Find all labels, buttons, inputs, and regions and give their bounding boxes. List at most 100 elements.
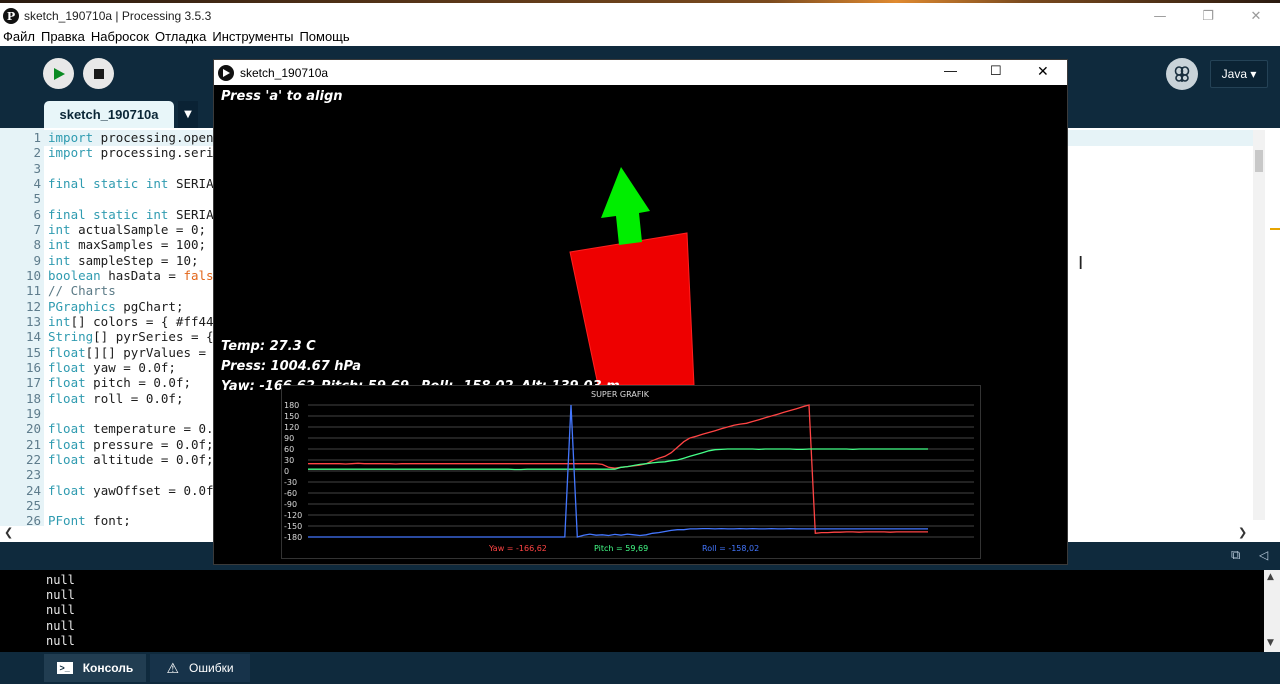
- line-number: 17: [25, 375, 41, 391]
- sketch-close-button[interactable]: ✕: [1037, 63, 1049, 80]
- stop-icon: [93, 68, 104, 79]
- chart-tick-label: -120: [284, 511, 302, 520]
- restore-button[interactable]: ❐: [1184, 3, 1232, 29]
- menu-debug[interactable]: Отладка: [152, 30, 209, 46]
- line-code: int maxSamples = 100;: [48, 237, 207, 253]
- line-number: 19: [25, 405, 41, 421]
- line-number: 7: [33, 221, 41, 237]
- sketch-title: sketch_190710a: [240, 65, 329, 80]
- line-code: int[] colors = { #ff444: [48, 313, 222, 329]
- line-number: 4: [33, 175, 41, 191]
- console-line: null: [46, 634, 75, 648]
- menu-tools[interactable]: Инструменты: [209, 30, 296, 46]
- sketch-window[interactable]: sketch_190710a — ☐ ✕ Press 'a' to align …: [213, 59, 1068, 565]
- line-code: // Charts: [48, 283, 116, 299]
- line-number: 3: [33, 160, 41, 176]
- close-button[interactable]: ✕: [1232, 3, 1280, 29]
- window-title: sketch_190710a | Processing 3.5.3: [24, 9, 212, 23]
- titlebar-accent-strip: [0, 0, 1280, 3]
- line-code: final static int SERIAL: [48, 206, 222, 222]
- chart-tick-label: -30: [284, 478, 297, 487]
- chart-title: SUPER GRAFIK: [591, 390, 650, 399]
- line-code: PFont font;: [48, 513, 131, 526]
- run-button[interactable]: [43, 58, 74, 89]
- sketch-play-icon: [218, 64, 234, 81]
- copy-console-icon[interactable]: ⧉: [1231, 548, 1240, 563]
- chart-tick-label: 180: [284, 401, 299, 410]
- editor-scroll-thumb[interactable]: [1255, 150, 1263, 172]
- line-code: float yawOffset = 0.0f;: [48, 482, 222, 498]
- line-code: import processing.seria: [48, 145, 222, 161]
- line-code: float altitude = 0.0f;: [48, 451, 214, 467]
- line-number: 6: [33, 206, 41, 222]
- line-number: 20: [25, 421, 41, 437]
- chart-tick-label: -180: [284, 533, 302, 542]
- collapse-console-icon[interactable]: ◁: [1259, 548, 1268, 562]
- sketch-canvas[interactable]: Press 'a' to align Temp: 27.3 C Press: 1…: [214, 85, 1067, 564]
- tab-console[interactable]: >_ Консоль: [44, 654, 146, 682]
- minimize-button[interactable]: —: [1136, 3, 1184, 29]
- scroll-up-icon[interactable]: ▲: [1267, 572, 1274, 582]
- tab-errors[interactable]: ⚠ Ошибки: [150, 654, 250, 682]
- sketch-minimize-button[interactable]: —: [944, 63, 957, 78]
- sketch-titlebar: sketch_190710a — ☐ ✕: [214, 60, 1067, 85]
- debugger-button[interactable]: [1166, 58, 1198, 90]
- chart-tick-label: 60: [284, 445, 294, 454]
- console-output[interactable]: null null null null null ▲ ▼: [0, 570, 1280, 652]
- line-number: 11: [25, 283, 41, 299]
- line-code: PGraphics pgChart;: [48, 298, 184, 314]
- line-code: boolean hasData = false: [48, 267, 222, 283]
- window-controls: — ❐ ✕: [1136, 3, 1280, 29]
- line-code: float[][] pyrValues = n: [48, 344, 222, 360]
- line-number: 8: [33, 237, 41, 253]
- console-line: null: [46, 619, 75, 633]
- line-number: 16: [25, 359, 41, 375]
- menu-file[interactable]: Файл: [0, 30, 38, 46]
- line-number: 13: [25, 313, 41, 329]
- console-scrollbar[interactable]: ▲ ▼: [1264, 570, 1280, 652]
- stop-button[interactable]: [83, 58, 114, 89]
- line-code: float pitch = 0.0f;: [48, 375, 191, 391]
- editor-scrollbar[interactable]: [1253, 130, 1265, 520]
- chart-legend-entry: Yaw = -166,62: [488, 544, 547, 553]
- tab-sketch[interactable]: sketch_190710a: [44, 101, 174, 128]
- line-number: 9: [33, 252, 41, 268]
- line-number: 12: [25, 298, 41, 314]
- menu-help[interactable]: Помощь: [296, 30, 352, 46]
- chart-legend-entry: Roll = -158,02: [702, 544, 759, 553]
- line-code: int actualSample = 0;: [48, 221, 207, 237]
- scroll-left-icon[interactable]: ❮: [4, 526, 13, 539]
- console-line: null: [46, 588, 75, 602]
- menu-edit[interactable]: Правка: [38, 30, 88, 46]
- pressure-readout: Press: 1004.67 hPa: [221, 359, 362, 374]
- error-marker: [1270, 228, 1280, 230]
- line-code: float yaw = 0.0f;: [48, 359, 176, 375]
- temperature-readout: Temp: 27.3 C: [221, 339, 316, 354]
- window-titlebar: P sketch_190710a | Processing 3.5.3 — ❐ …: [0, 0, 1280, 30]
- processing-app-icon: P: [3, 8, 19, 24]
- menu-sketch[interactable]: Набросок: [88, 30, 152, 46]
- scroll-right-icon[interactable]: ❯: [1238, 526, 1247, 539]
- tab-errors-label: Ошибки: [189, 661, 234, 675]
- line-number: 5: [33, 191, 41, 207]
- console-icon: >_: [56, 662, 73, 674]
- line-number: 26: [25, 513, 41, 526]
- sketch-maximize-button[interactable]: ☐: [990, 63, 1002, 79]
- scroll-down-icon[interactable]: ▼: [1267, 638, 1274, 648]
- line-number: 25: [25, 497, 41, 513]
- line-number: 21: [25, 436, 41, 452]
- tab-menu-button[interactable]: ▼: [178, 101, 198, 128]
- line-number: 10: [25, 267, 41, 283]
- sensor-chart: 180 150 120 90 60 30 0 -30 -60 -90 -120 -150 -180 SUP…: [281, 385, 981, 559]
- mode-selector[interactable]: Java ▾: [1210, 60, 1268, 88]
- play-icon: [53, 67, 65, 80]
- line-number: 24: [25, 482, 41, 498]
- line-number: 23: [25, 467, 41, 483]
- chart-tick-label: 0: [284, 467, 289, 476]
- chart-tick-label: -60: [284, 489, 297, 498]
- orientation-arrow: [601, 167, 650, 245]
- menu-bar: Файл Правка Набросок Отладка Инструменты…: [0, 30, 1280, 46]
- line-number: 14: [25, 329, 41, 345]
- line-number: 15: [25, 344, 41, 360]
- chart-tick-label: -150: [284, 522, 302, 531]
